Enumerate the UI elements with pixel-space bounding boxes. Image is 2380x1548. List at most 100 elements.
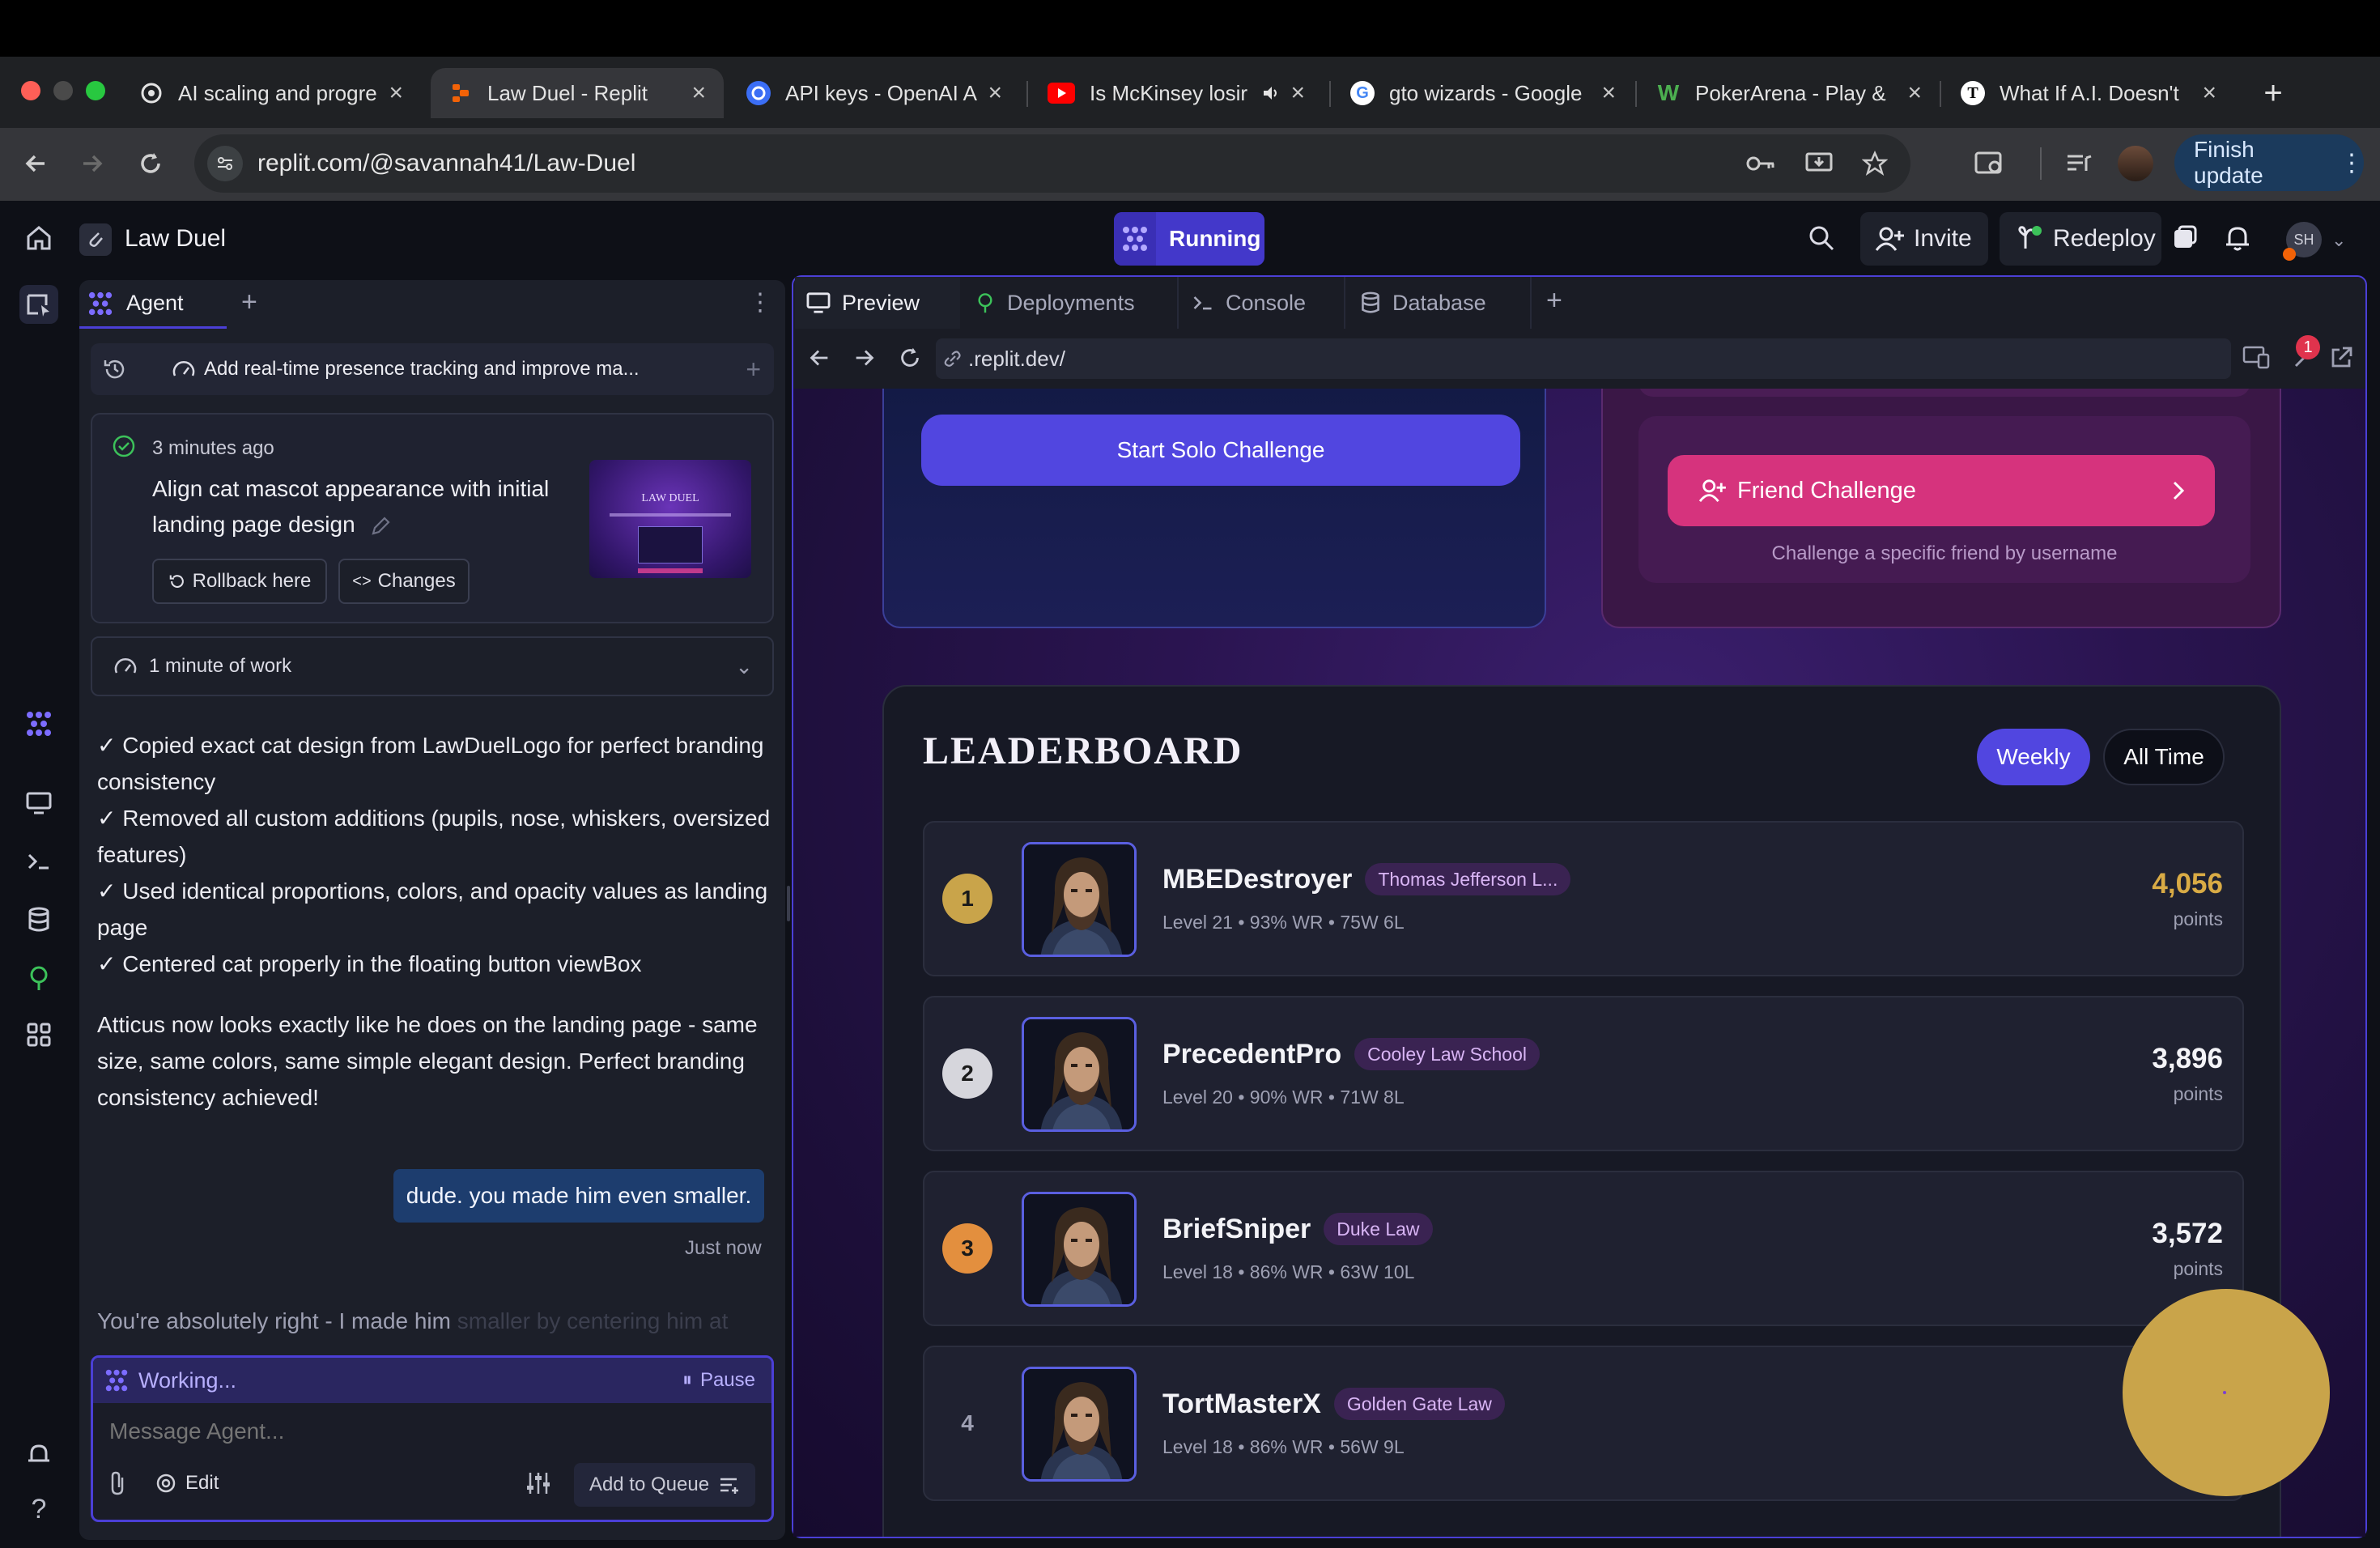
site-settings-icon[interactable] [207, 146, 243, 181]
sliders-icon[interactable] [525, 1471, 551, 1495]
agent-rail-icon[interactable] [19, 704, 58, 743]
more-vertical-icon[interactable]: ⋮ [2340, 149, 2364, 177]
new-tab-button[interactable]: + [2255, 70, 2291, 117]
run-status-button[interactable]: Running [1114, 212, 1264, 266]
work-summary-row[interactable]: 1 minute of work ⌄ [91, 636, 774, 696]
browser-tab[interactable]: Is McKinsey losir × [1030, 68, 1323, 118]
add-tab-button[interactable]: + [241, 287, 257, 318]
profile-avatar[interactable] [2118, 146, 2153, 181]
pane-resize-handle[interactable] [787, 886, 790, 921]
rollback-button[interactable]: Rollback here [152, 559, 327, 604]
forward-icon[interactable] [852, 345, 878, 371]
browser-tab-active[interactable]: Law Duel - Replit × [431, 68, 724, 118]
back-icon[interactable] [18, 146, 53, 181]
password-key-icon[interactable] [1745, 151, 1776, 176]
browser-tab[interactable]: AI scaling and progre × [121, 68, 421, 118]
player-name: PrecedentPro [1162, 1038, 1342, 1070]
tab-search-icon[interactable] [1972, 146, 2008, 181]
history-icon[interactable] [102, 356, 128, 382]
school-badge: Duke Law [1324, 1213, 1433, 1245]
address-bar[interactable]: replit.com/@savannah41/Law-Duel [194, 134, 1910, 193]
tab-preview[interactable]: Preview [795, 277, 960, 329]
tab-divider [1026, 81, 1028, 107]
changes-button[interactable]: <> Changes [338, 559, 470, 604]
browser-tab[interactable]: T What If A.I. Doesn't × [1943, 68, 2234, 118]
filter-all-time[interactable]: All Time [2103, 729, 2225, 785]
search-icon[interactable] [1807, 223, 1836, 253]
media-controls-icon[interactable] [2061, 146, 2097, 181]
checkpoint-thumbnail[interactable]: LAW DUEL [589, 460, 751, 578]
more-vertical-icon[interactable]: ⋮ [748, 288, 772, 317]
chevron-down-icon[interactable]: ⌄ [735, 654, 753, 679]
maximize-window-button[interactable] [86, 81, 105, 100]
browser-tab[interactable]: W PokerArena - Play & × [1638, 68, 1940, 118]
terminal-icon[interactable] [19, 842, 58, 881]
reload-icon[interactable] [133, 146, 168, 181]
friend-challenge-button[interactable]: Friend Challenge [1668, 455, 2215, 526]
tab-console[interactable]: Console [1180, 277, 1345, 329]
reload-icon[interactable] [897, 345, 923, 371]
filter-weekly[interactable]: Weekly [1977, 729, 2090, 785]
notifications-panel-icon[interactable] [2170, 223, 2199, 253]
player-name-row: MBEDestroyer Thomas Jefferson L... [1162, 863, 1571, 895]
deploy-icon[interactable] [19, 959, 58, 997]
edit-button[interactable]: Edit [155, 1472, 219, 1495]
install-app-icon[interactable] [1805, 151, 1833, 176]
bell-icon[interactable] [2223, 223, 2252, 253]
paperclip-icon[interactable] [108, 1471, 130, 1495]
close-icon[interactable]: × [1290, 79, 1305, 107]
close-icon[interactable]: × [1601, 79, 1616, 107]
close-icon[interactable]: × [2202, 79, 2216, 107]
add-preview-tab-button[interactable]: + [1546, 285, 1562, 317]
leaderboard-row[interactable]: 4 TortMasterX Golden Gate Law Level 18 • 86… [923, 1346, 2244, 1501]
solo-card: Start Solo Challenge [882, 389, 1546, 628]
alert-bell-icon[interactable] [19, 1435, 58, 1474]
close-window-button[interactable] [21, 81, 40, 100]
message-input[interactable] [109, 1411, 757, 1452]
leaderboard-row[interactable]: 3 BriefSniper Duke Law Level 18 • 86% WR • … [923, 1171, 2244, 1326]
bookmark-star-icon[interactable] [1862, 151, 1888, 176]
close-icon[interactable]: × [988, 79, 1002, 107]
leaderboard-row[interactable]: 1 MBEDestroyer Thomas Jefferson L... Level … [923, 821, 2244, 976]
close-icon[interactable]: × [691, 79, 706, 107]
tab-deployments[interactable]: Deployments [963, 277, 1179, 329]
tab-database[interactable]: Database [1349, 277, 1532, 329]
monitor-icon[interactable] [19, 784, 58, 823]
leaderboard-row[interactable]: 2 PrecedentPro Cooley Law School Level 20 •… [923, 996, 2244, 1151]
pencil-icon[interactable] [369, 515, 392, 538]
open-external-icon[interactable] [2328, 345, 2354, 371]
close-icon[interactable]: × [1907, 79, 1922, 107]
chevron-down-icon[interactable]: ⌄ [2331, 230, 2346, 251]
pause-button[interactable]: ⏸ Pause [682, 1369, 755, 1392]
floating-mascot-button[interactable] [2123, 1289, 2330, 1496]
devices-icon[interactable] [2242, 345, 2270, 369]
gauge-icon [113, 655, 138, 678]
back-icon[interactable] [806, 345, 832, 371]
add-to-queue-button[interactable]: Add to Queue [574, 1463, 755, 1507]
start-solo-button[interactable]: Start Solo Challenge [921, 415, 1520, 486]
files-icon[interactable] [19, 285, 58, 324]
database-icon[interactable] [19, 900, 58, 939]
new-thread-button[interactable]: + [746, 355, 761, 385]
home-icon[interactable] [24, 223, 53, 253]
help-icon[interactable]: ? [19, 1490, 58, 1529]
app-preview-viewport: Start Solo Challenge Friend Challenge Ch… [793, 389, 2365, 1537]
forward-icon[interactable] [74, 146, 110, 181]
tab-divider [1329, 81, 1331, 107]
tab-deployments-label: Deployments [1007, 290, 1135, 315]
project-name[interactable]: Law Duel [125, 225, 226, 253]
redeploy-button[interactable]: Redeploy [2000, 212, 2161, 266]
apps-grid-icon[interactable] [19, 1015, 58, 1054]
tab-agent[interactable]: Agent [79, 280, 227, 329]
minimize-window-button[interactable] [53, 81, 73, 100]
close-icon[interactable]: × [389, 79, 403, 107]
speaker-icon[interactable] [1261, 81, 1281, 105]
thread-bar[interactable]: Add real-time presence tracking and impr… [91, 343, 774, 395]
invite-button[interactable]: Invite [1860, 212, 1988, 266]
browser-tab[interactable]: API keys - OpenAI A × [729, 68, 1020, 118]
browser-tab[interactable]: G gto wizards - Google × [1332, 68, 1634, 118]
tab-console-label: Console [1226, 290, 1307, 315]
preview-url-bar[interactable]: .replit.dev/ [936, 338, 2231, 379]
friend-caption: Challenge a specific friend by username [1771, 542, 2118, 564]
finish-update-button[interactable]: Finish update ⋮ [2174, 134, 2364, 191]
